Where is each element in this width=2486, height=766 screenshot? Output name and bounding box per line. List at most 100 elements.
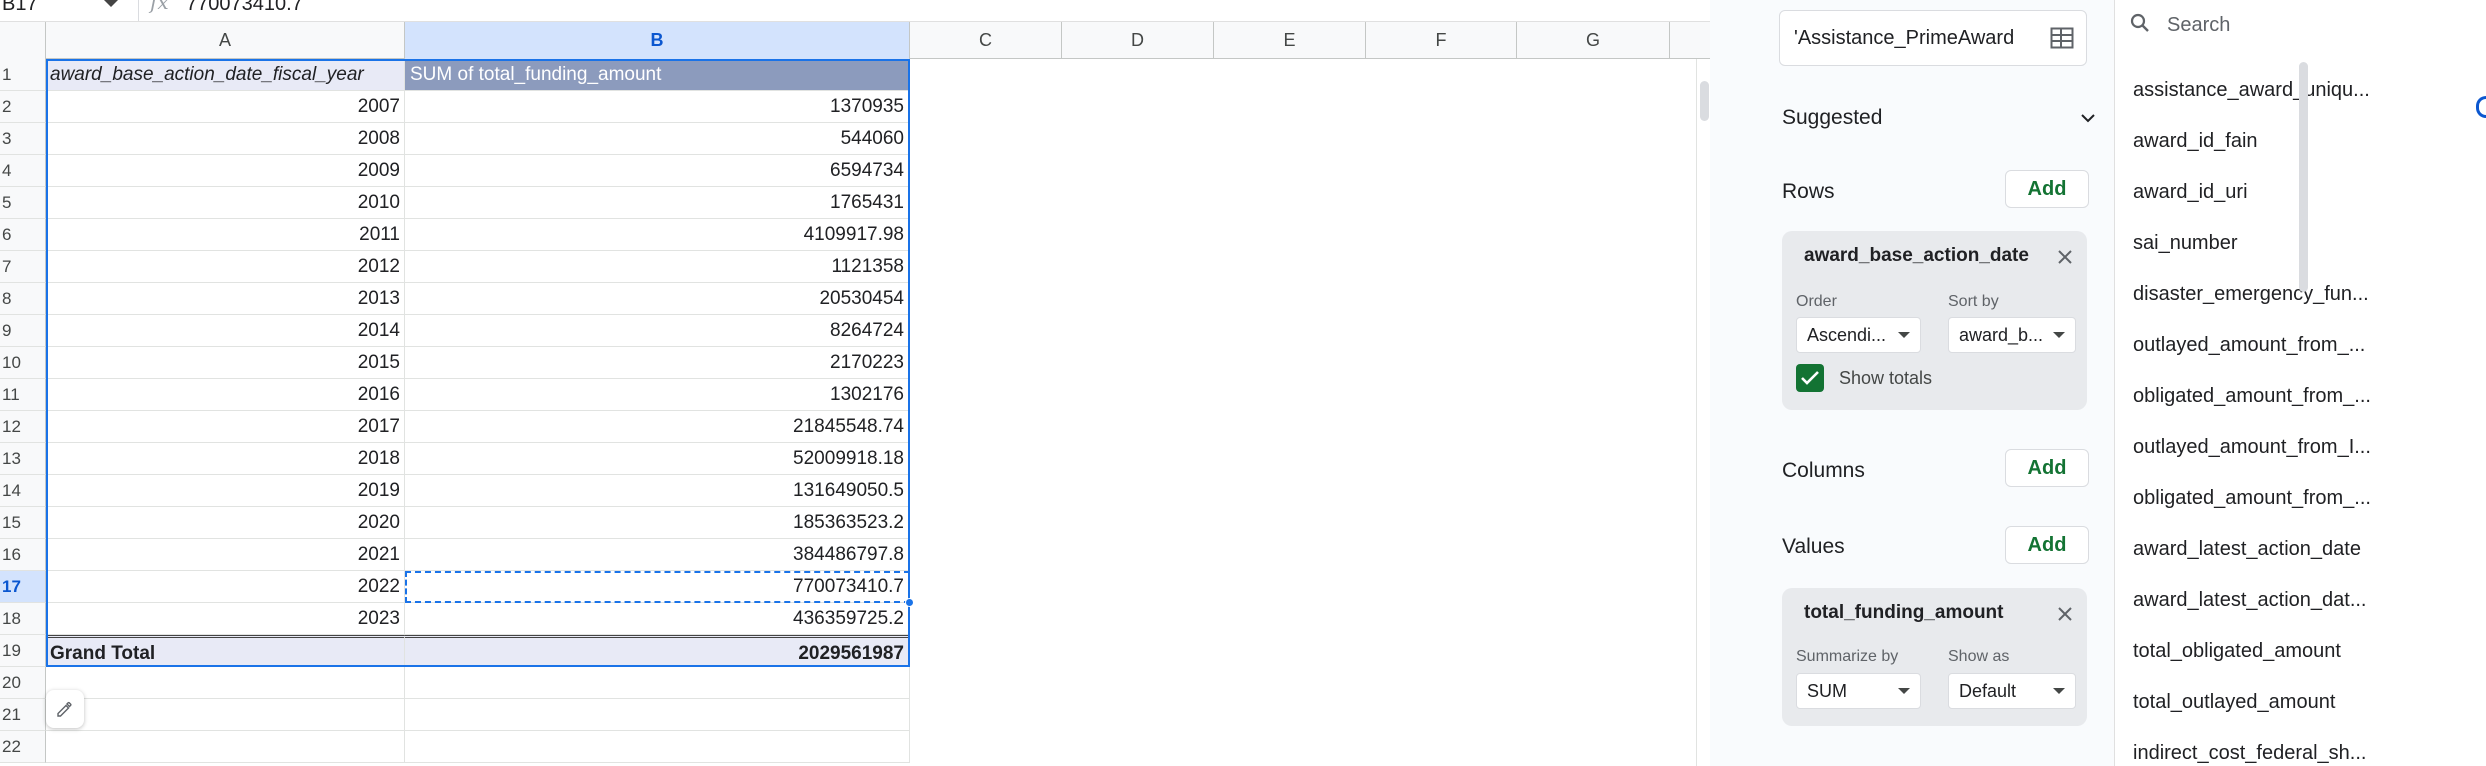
- sort-by-select[interactable]: award_b...: [1948, 317, 2076, 353]
- row-header-4[interactable]: 4: [0, 155, 46, 187]
- field-list-item[interactable]: disaster_emergency_fun...: [2115, 274, 2411, 325]
- pivot-row-amount[interactable]: 1765431: [405, 187, 910, 219]
- row-header-9[interactable]: 9: [0, 315, 46, 347]
- row-header-15[interactable]: 15: [0, 507, 46, 539]
- side-panel-indicator[interactable]: [2476, 96, 2486, 118]
- pivot-header-year[interactable]: award_base_action_date_fiscal_year: [46, 59, 405, 91]
- pivot-row-year[interactable]: 2018: [46, 443, 405, 475]
- pivot-row-year[interactable]: 2021: [46, 539, 405, 571]
- pivot-row-amount[interactable]: 1302176: [405, 379, 910, 411]
- row-header-14[interactable]: 14: [0, 475, 46, 507]
- scrollbar-thumb[interactable]: [1700, 81, 1709, 121]
- row-header-22[interactable]: 22: [0, 731, 46, 763]
- empty-cell[interactable]: [405, 731, 910, 763]
- column-header-a[interactable]: A: [46, 22, 405, 59]
- field-list-item[interactable]: award_id_uri: [2115, 172, 2411, 223]
- formula-input[interactable]: 770073410.7: [186, 0, 303, 20]
- summarize-by-select[interactable]: SUM: [1796, 673, 1921, 709]
- row-header-8[interactable]: 8: [0, 283, 46, 315]
- field-list-item[interactable]: outlayed_amount_from_...: [2115, 325, 2411, 376]
- pivot-row-amount[interactable]: 52009918.18: [405, 443, 910, 475]
- field-list-item[interactable]: obligated_amount_from_...: [2115, 478, 2411, 529]
- pivot-row-amount[interactable]: 770073410.7: [405, 571, 910, 603]
- pivot-row-amount[interactable]: 384486797.8: [405, 539, 910, 571]
- pivot-row-year[interactable]: 2008: [46, 123, 405, 155]
- row-header-16[interactable]: 16: [0, 539, 46, 571]
- pivot-row-year[interactable]: 2023: [46, 603, 405, 635]
- pivot-row-year[interactable]: 2013: [46, 283, 405, 315]
- fill-handle[interactable]: [905, 598, 914, 607]
- field-list-item[interactable]: total_obligated_amount: [2115, 631, 2411, 682]
- pivot-header-sum[interactable]: SUM of total_funding_amount: [405, 59, 910, 91]
- column-header-e[interactable]: E: [1214, 22, 1366, 59]
- add-row-button[interactable]: Add: [2005, 170, 2089, 208]
- pivot-row-year[interactable]: 2014: [46, 315, 405, 347]
- pivot-row-year[interactable]: 2017: [46, 411, 405, 443]
- field-list-item[interactable]: assistance_award_uniqu...: [2115, 70, 2411, 121]
- show-totals-checkbox[interactable]: [1796, 364, 1824, 392]
- row-header-20[interactable]: 20: [0, 667, 46, 699]
- empty-cell[interactable]: [46, 667, 405, 699]
- pivot-row-amount[interactable]: 1370935: [405, 91, 910, 123]
- chevron-down-icon[interactable]: [2080, 112, 2096, 124]
- empty-cell[interactable]: [46, 731, 405, 763]
- row-header-21[interactable]: 21: [0, 699, 46, 731]
- grand-total-label[interactable]: Grand Total: [46, 635, 405, 667]
- row-header-18[interactable]: 18: [0, 603, 46, 635]
- pivot-row-amount[interactable]: 185363523.2: [405, 507, 910, 539]
- pivot-row-year[interactable]: 2016: [46, 379, 405, 411]
- pivot-row-year[interactable]: 2015: [46, 347, 405, 379]
- pivot-row-amount[interactable]: 4109917.98: [405, 219, 910, 251]
- column-header-d[interactable]: D: [1062, 22, 1214, 59]
- row-header-5[interactable]: 5: [0, 187, 46, 219]
- field-list-item[interactable]: total_outlayed_amount: [2115, 682, 2411, 733]
- pivot-row-year[interactable]: 2010: [46, 187, 405, 219]
- pivot-row-year[interactable]: 2022: [46, 571, 405, 603]
- pivot-row-amount[interactable]: 544060: [405, 123, 910, 155]
- row-header-12[interactable]: 12: [0, 411, 46, 443]
- row-header-3[interactable]: 3: [0, 123, 46, 155]
- vertical-scrollbar[interactable]: [1696, 59, 1710, 766]
- close-icon[interactable]: [2057, 249, 2073, 265]
- pivot-row-year[interactable]: 2009: [46, 155, 405, 187]
- field-list-scrollbar[interactable]: [2296, 62, 2310, 292]
- field-list-item[interactable]: obligated_amount_from_...: [2115, 376, 2411, 427]
- pivot-row-amount[interactable]: 21845548.74: [405, 411, 910, 443]
- field-list-item[interactable]: outlayed_amount_from_I...: [2115, 427, 2411, 478]
- row-header-13[interactable]: 13: [0, 443, 46, 475]
- row-header-6[interactable]: 6: [0, 219, 46, 251]
- empty-cell[interactable]: [405, 699, 910, 731]
- add-column-button[interactable]: Add: [2005, 449, 2089, 487]
- scrollbar-thumb[interactable]: [2299, 62, 2308, 292]
- show-as-select[interactable]: Default: [1948, 673, 2076, 709]
- row-header-17[interactable]: 17: [0, 571, 46, 603]
- close-icon[interactable]: [2057, 606, 2073, 622]
- order-select[interactable]: Ascendi...: [1796, 317, 1921, 353]
- pivot-row-amount[interactable]: 6594734: [405, 155, 910, 187]
- column-header-c[interactable]: C: [910, 22, 1062, 59]
- add-value-button[interactable]: Add: [2005, 526, 2089, 564]
- grand-total-value[interactable]: 2029561987: [405, 635, 910, 667]
- edit-pivot-button[interactable]: [46, 690, 84, 728]
- pivot-row-amount[interactable]: 436359725.2: [405, 603, 910, 635]
- pivot-row-amount[interactable]: 20530454: [405, 283, 910, 315]
- field-list-item[interactable]: sai_number: [2115, 223, 2411, 274]
- field-search-input[interactable]: [2167, 10, 2397, 40]
- pivot-row-year[interactable]: 2020: [46, 507, 405, 539]
- suggested-label[interactable]: Suggested: [1782, 106, 1882, 130]
- field-list-item[interactable]: award_latest_action_date: [2115, 529, 2411, 580]
- pivot-row-year[interactable]: 2011: [46, 219, 405, 251]
- pivot-row-year[interactable]: 2007: [46, 91, 405, 123]
- field-list-item[interactable]: indirect_cost_federal_sh...: [2115, 733, 2411, 766]
- show-totals-label[interactable]: Show totals: [1839, 368, 1932, 389]
- row-header-2[interactable]: 2: [0, 91, 46, 123]
- row-header-10[interactable]: 10: [0, 347, 46, 379]
- spreadsheet-grid[interactable]: ABCDEFG 1 2 3 4 5 6 7 8 9 10 11 12 13 14 15 16 17 18 19 20 2…: [0, 22, 1710, 766]
- row-header-1[interactable]: 1: [0, 59, 46, 91]
- row-header-11[interactable]: 11: [0, 379, 46, 411]
- column-header-b[interactable]: B: [405, 22, 910, 59]
- pivot-row-year[interactable]: 2019: [46, 475, 405, 507]
- pivot-row-amount[interactable]: 131649050.5: [405, 475, 910, 507]
- select-range-grid-icon[interactable]: [2050, 27, 2074, 49]
- pivot-row-year[interactable]: 2012: [46, 251, 405, 283]
